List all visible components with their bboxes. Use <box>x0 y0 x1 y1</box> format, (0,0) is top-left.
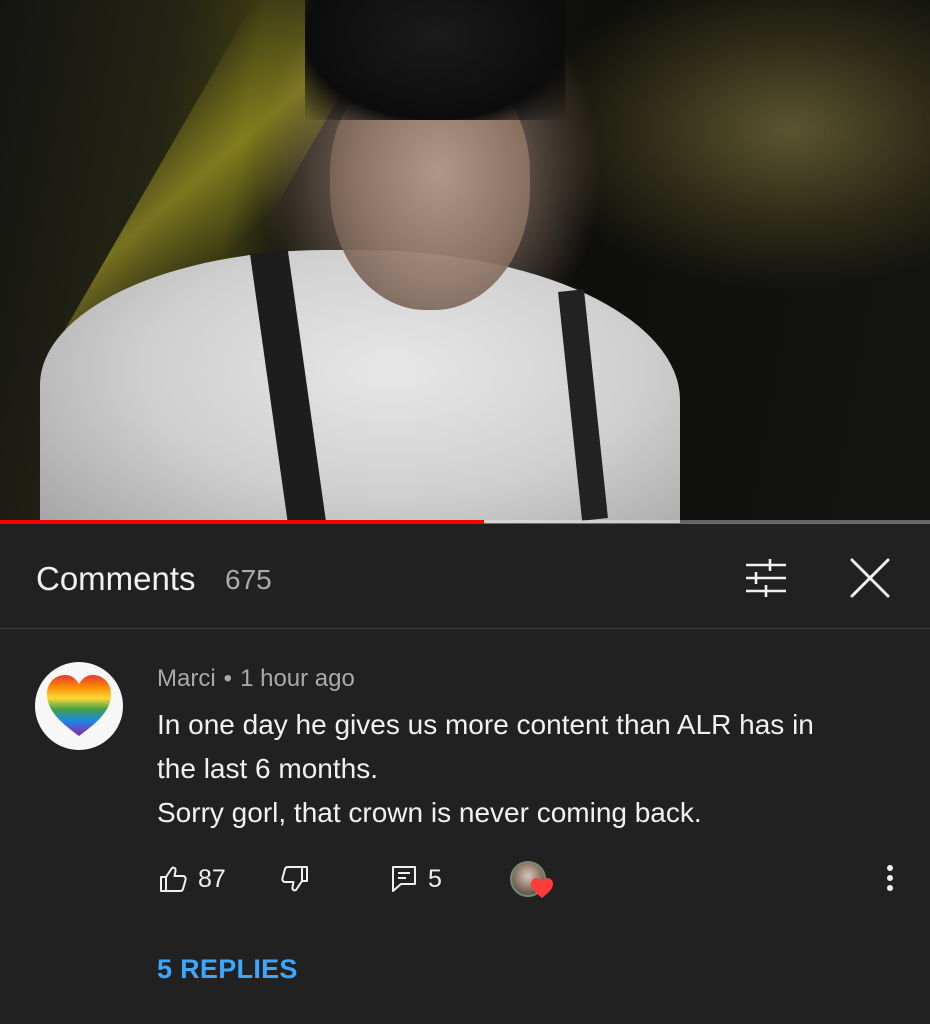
person-cap <box>305 0 565 120</box>
close-button[interactable] <box>842 550 898 606</box>
more-vert-icon <box>887 865 893 891</box>
like-count: 87 <box>198 864 226 893</box>
comment-line: In one day he gives us more content than… <box>157 709 814 740</box>
comment-time: 1 hour ago <box>240 665 355 692</box>
thumbs-up-icon <box>160 866 187 892</box>
creator-heart-icon <box>531 878 553 898</box>
meta-separator: • <box>223 665 233 692</box>
comments-header: Comments 675 <box>0 524 930 629</box>
comments-title: Comments <box>36 560 196 597</box>
comment-text: In one day he gives us more content than… <box>157 703 897 835</box>
view-replies-link[interactable]: 5 REPLIES <box>157 954 298 985</box>
like-button[interactable]: 87 <box>158 859 226 899</box>
comment-thread: Marci • 1 hour ago In one day he gives us … <box>0 629 930 1024</box>
close-icon <box>850 558 890 598</box>
sort-button[interactable] <box>740 552 792 604</box>
reply-icon <box>392 866 416 892</box>
author-name[interactable]: Marci <box>157 665 216 692</box>
comment-actions: 87 5 <box>0 859 930 899</box>
comments-count: 675 <box>225 564 272 595</box>
rainbow-heart-icon <box>47 675 111 736</box>
author-avatar[interactable] <box>35 662 123 750</box>
sort-filter-icon <box>746 559 786 597</box>
thumbs-down-icon <box>281 866 308 892</box>
reply-button[interactable]: 5 <box>390 859 442 899</box>
more-options-button[interactable] <box>874 859 906 899</box>
comment-line: the last 6 months. <box>157 753 379 784</box>
comment-line: Sorry gorl, that crown is never coming b… <box>157 797 702 828</box>
video-player[interactable] <box>0 0 930 523</box>
reply-count: 5 <box>428 864 442 893</box>
dislike-button[interactable] <box>280 859 310 899</box>
comment-meta: Marci • 1 hour ago <box>157 665 355 693</box>
